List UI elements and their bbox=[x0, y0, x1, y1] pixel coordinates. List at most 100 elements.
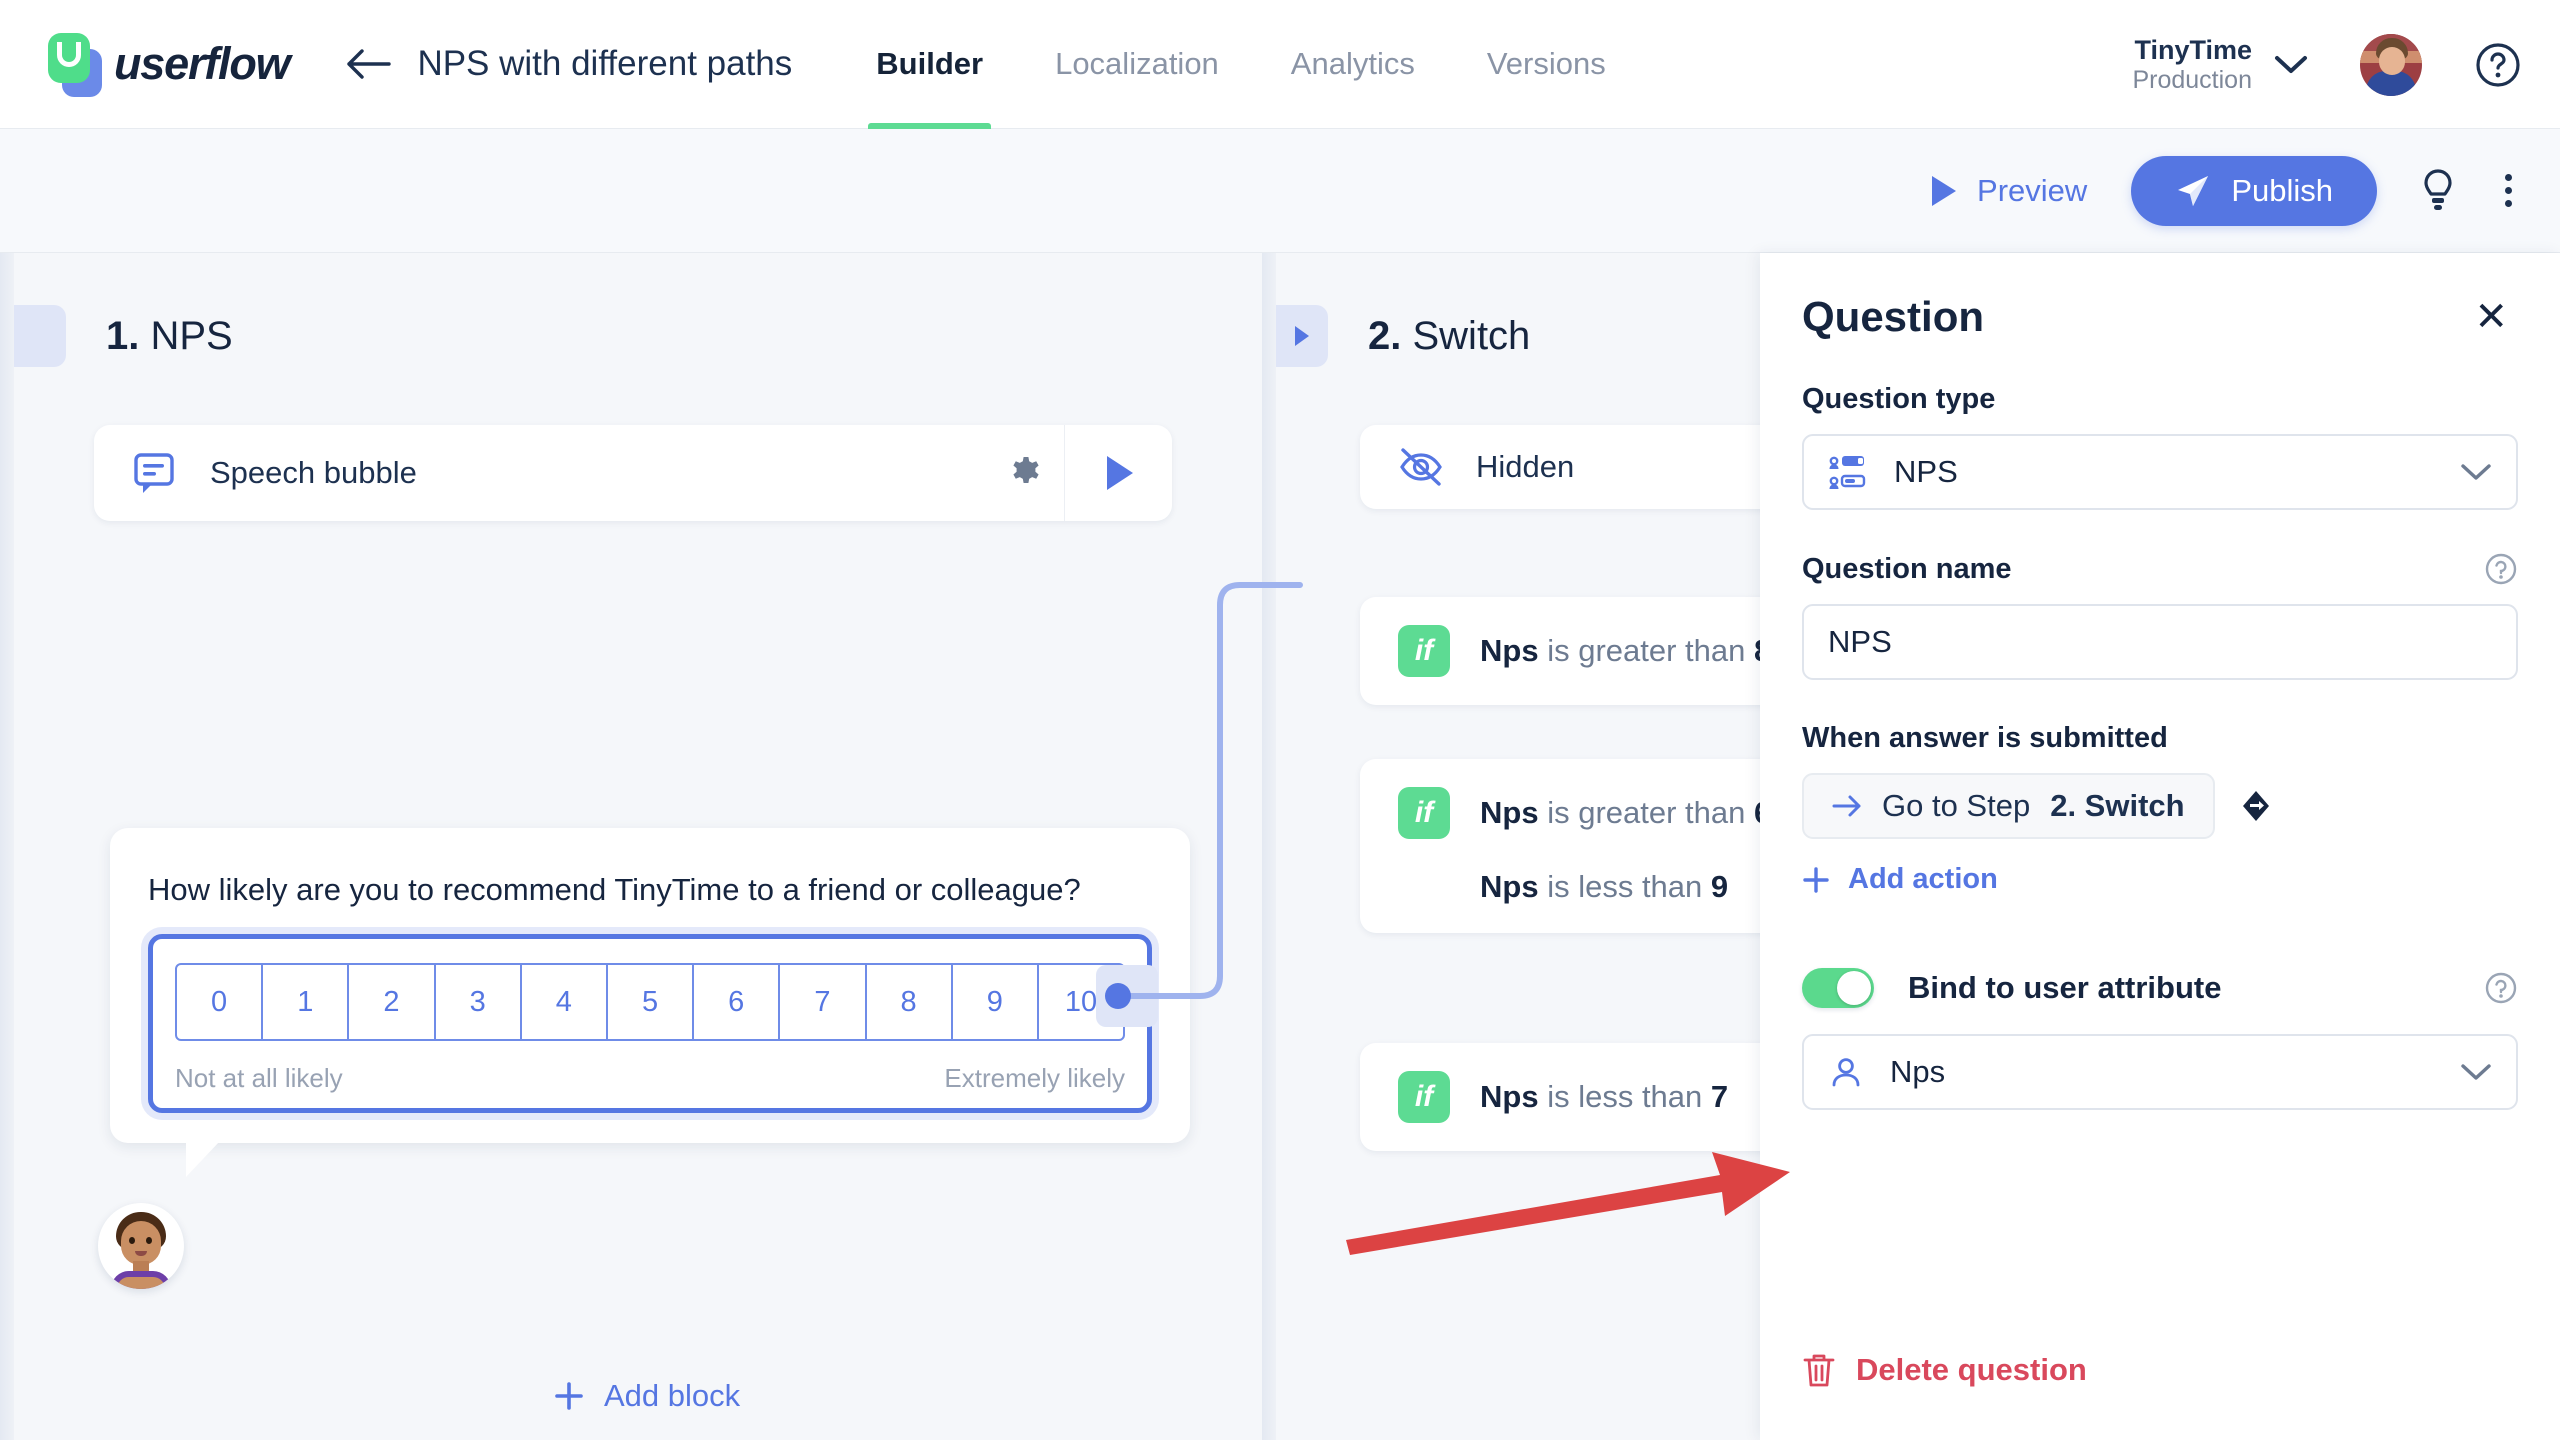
nps-cell-9[interactable]: 9 bbox=[953, 965, 1039, 1039]
help-circle-icon[interactable] bbox=[2484, 552, 2518, 586]
chevron-down-icon bbox=[2461, 464, 2491, 480]
condition-card-3[interactable]: if Nps is less than 7 bbox=[1360, 1043, 1760, 1151]
userflow-logo[interactable]: userflow bbox=[42, 31, 291, 97]
nps-cell-8[interactable]: 8 bbox=[867, 965, 953, 1039]
condition-attribute: Nps bbox=[1480, 633, 1539, 668]
condition-row: if Nps is less than 7 bbox=[1398, 1071, 1760, 1123]
nps-cell-7[interactable]: 7 bbox=[780, 965, 867, 1039]
step-1-name: NPS bbox=[150, 313, 233, 358]
condition-value: 7 bbox=[1710, 1079, 1729, 1114]
nps-cell-10[interactable]: 10 bbox=[1039, 965, 1123, 1039]
kebab-menu-icon[interactable] bbox=[2499, 168, 2518, 213]
step-column-1: 1. NPS Speech bubble How likely are you … bbox=[14, 253, 1262, 1440]
bind-toggle-label: Bind to user attribute bbox=[1908, 970, 2222, 1005]
publish-button[interactable]: Publish bbox=[2131, 155, 2377, 226]
when-submitted-label-row: When answer is submitted bbox=[1802, 722, 2518, 755]
persona-avatar bbox=[98, 1203, 184, 1289]
user-avatar[interactable] bbox=[2360, 33, 2422, 96]
back-arrow-icon[interactable] bbox=[343, 38, 395, 90]
question-name-input[interactable] bbox=[1802, 604, 2518, 680]
step-2-title: 2. Switch bbox=[1368, 314, 1530, 359]
nps-list-icon bbox=[1829, 456, 1866, 489]
question-type-value: NPS bbox=[1894, 454, 1958, 489]
nps-cell-5[interactable]: 5 bbox=[608, 965, 695, 1039]
step-2-badge[interactable] bbox=[1276, 305, 1328, 367]
gear-icon[interactable] bbox=[988, 455, 1064, 491]
question-circle-icon[interactable] bbox=[2474, 41, 2522, 89]
nps-cell-1[interactable]: 1 bbox=[263, 965, 350, 1039]
nps-cell-0[interactable]: 0 bbox=[177, 965, 264, 1039]
condition-card-2[interactable]: if Nps is greater than 6 Nps is less tha… bbox=[1360, 759, 1760, 933]
submit-action-row: Go to Step 2. Switch bbox=[1802, 773, 2518, 839]
top-navigation-bar: userflow NPS with different paths Builde… bbox=[0, 0, 2560, 129]
condition-card-1[interactable]: if Nps is greater than 8 bbox=[1360, 597, 1760, 705]
user-icon bbox=[1832, 1058, 1860, 1087]
nps-cell-4[interactable]: 4 bbox=[522, 965, 608, 1039]
tab-builder[interactable]: Builder bbox=[840, 0, 1019, 129]
chevron-down-icon[interactable] bbox=[2274, 54, 2308, 76]
close-icon[interactable]: ✕ bbox=[2464, 293, 2518, 341]
if-icon: if bbox=[1398, 625, 1450, 677]
add-block-button[interactable]: Add block bbox=[554, 1378, 740, 1414]
hidden-block[interactable]: Hidden bbox=[1360, 425, 1760, 509]
panel-header: Question ✕ bbox=[1802, 293, 2518, 341]
account-name: TinyTime bbox=[2134, 34, 2252, 65]
step-column-2: 2. Switch Hidden if Nps is greater than … bbox=[1276, 253, 1760, 1440]
plus-icon bbox=[1803, 866, 1829, 893]
add-action-button[interactable]: Add action bbox=[1802, 863, 2518, 896]
user-attribute-select[interactable]: Nps bbox=[1802, 1034, 2518, 1110]
column-divider-left bbox=[0, 253, 14, 1440]
nps-scale-selection[interactable]: 0 1 2 3 4 5 6 7 8 9 10 Not at all likely bbox=[148, 934, 1152, 1113]
publish-label: Publish bbox=[2231, 172, 2333, 208]
goto-step-prefix: Go to Step bbox=[1882, 788, 2031, 823]
account-switcher[interactable]: TinyTime Production bbox=[2132, 35, 2252, 95]
user-attribute-value: Nps bbox=[1890, 1054, 1946, 1089]
tab-analytics[interactable]: Analytics bbox=[1255, 0, 1451, 129]
question-name-label: Question name bbox=[1802, 552, 2012, 585]
nps-low-label: Not at all likely bbox=[175, 1063, 343, 1093]
eye-off-icon bbox=[1400, 448, 1442, 486]
speech-bubble-block[interactable]: Speech bubble bbox=[94, 425, 1172, 521]
nps-cell-6[interactable]: 6 bbox=[694, 965, 781, 1039]
tab-versions[interactable]: Versions bbox=[1451, 0, 1642, 129]
flow-canvas: 1. NPS Speech bubble How likely are you … bbox=[0, 253, 1760, 1440]
condition-operator: is less than bbox=[1547, 1079, 1703, 1114]
nps-scale: 0 1 2 3 4 5 6 7 8 9 10 bbox=[175, 963, 1125, 1041]
preview-button[interactable]: Preview bbox=[1929, 173, 2087, 209]
tab-localization[interactable]: Localization bbox=[1019, 0, 1255, 129]
play-icon bbox=[1932, 175, 1957, 206]
branch-icon[interactable] bbox=[2239, 789, 2273, 823]
condition-sub-attribute: Nps bbox=[1480, 869, 1539, 904]
condition-row: if Nps is greater than 6 bbox=[1398, 787, 1760, 839]
step-2-number: 2. bbox=[1368, 313, 1402, 358]
userflow-logo-icon bbox=[42, 31, 104, 97]
nps-cell-2[interactable]: 2 bbox=[349, 965, 436, 1039]
column-divider-middle bbox=[1262, 253, 1276, 1440]
lightbulb-icon[interactable] bbox=[2421, 168, 2455, 214]
bind-to-user-attribute-toggle[interactable] bbox=[1802, 968, 1874, 1008]
main-tabs: Builder Localization Analytics Versions bbox=[840, 0, 1641, 129]
help-circle-icon[interactable] bbox=[2484, 971, 2518, 1005]
block-play-button[interactable] bbox=[1064, 425, 1172, 521]
nps-high-label: Extremely likely bbox=[944, 1063, 1125, 1093]
condition-sub-value: 9 bbox=[1710, 869, 1729, 904]
question-type-select[interactable]: NPS bbox=[1802, 434, 2518, 510]
goto-step-action[interactable]: Go to Step 2. Switch bbox=[1802, 773, 2215, 839]
if-icon: if bbox=[1398, 1071, 1450, 1123]
trash-icon bbox=[1803, 1354, 1835, 1387]
play-arrow-icon bbox=[1295, 326, 1309, 346]
step-1-number: 1. bbox=[106, 313, 140, 358]
bind-attribute-toggle-row: Bind to user attribute bbox=[1802, 968, 2518, 1008]
condition-row-sub: Nps is less than 9 bbox=[1398, 869, 1760, 905]
delete-question-button[interactable]: Delete question bbox=[1802, 1352, 2087, 1388]
hidden-row[interactable]: Hidden bbox=[1360, 425, 1612, 509]
when-submitted-label: When answer is submitted bbox=[1802, 722, 2168, 754]
nps-cell-3[interactable]: 3 bbox=[436, 965, 522, 1039]
condition-text: Nps is greater than 6 bbox=[1480, 795, 1760, 831]
question-type-label: Question type bbox=[1802, 383, 1996, 415]
builder-action-bar: Preview Publish bbox=[0, 129, 2560, 253]
nps-question-text: How likely are you to recommend TinyTime… bbox=[148, 872, 1081, 907]
top-bar-right: TinyTime Production bbox=[2132, 0, 2522, 129]
step-1-badge[interactable] bbox=[14, 305, 66, 367]
block-main[interactable]: Speech bubble bbox=[94, 425, 988, 521]
